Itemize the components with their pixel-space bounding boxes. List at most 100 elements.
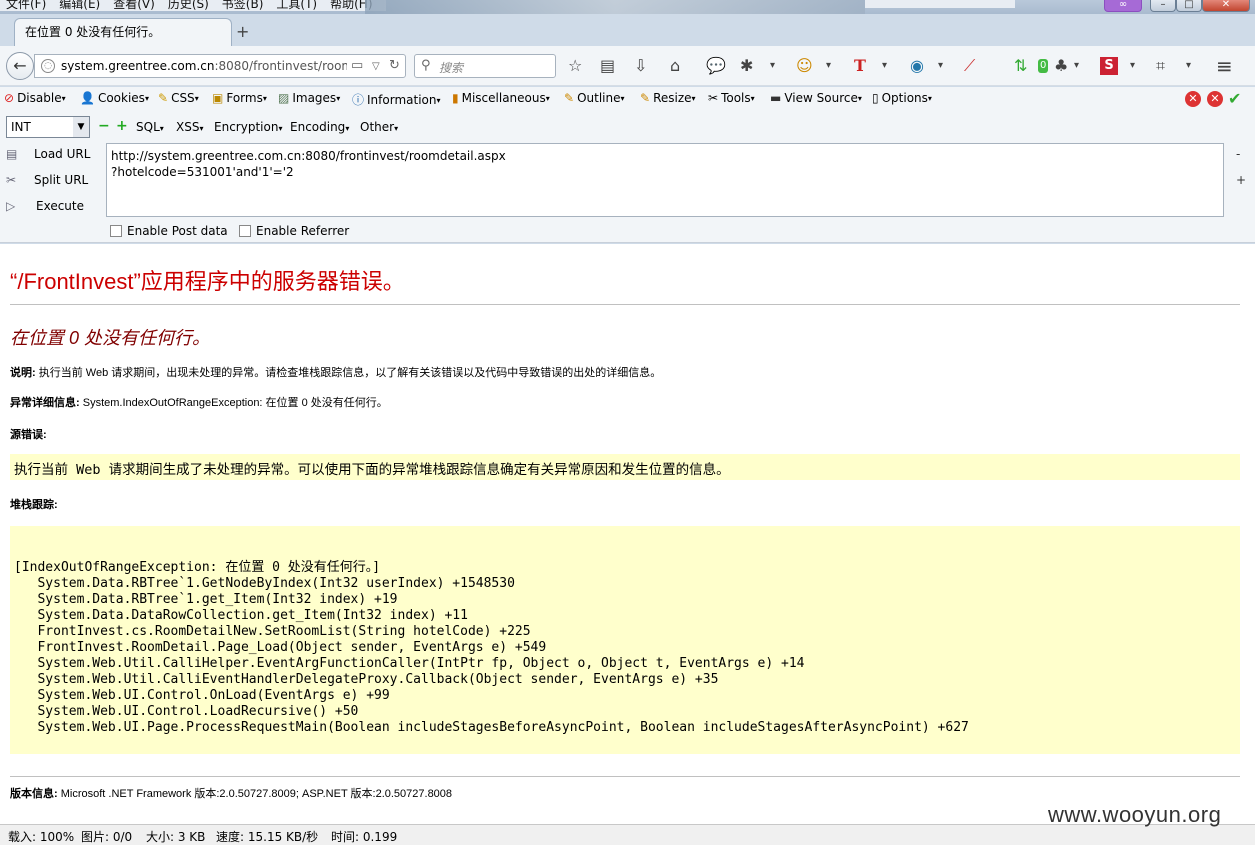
shrink-button[interactable]: -: [1236, 147, 1240, 161]
split-url-button[interactable]: ✂ Split URL: [6, 173, 88, 187]
referrer-checkbox-box[interactable]: [239, 225, 251, 237]
background-blur-2: [865, 0, 1015, 8]
information-menu[interactable]: ⓘ Information▾: [352, 91, 441, 108]
split-url-icon: ✂: [6, 173, 17, 187]
source-error-line: 源错误:: [10, 426, 47, 442]
globe-icon: ◌: [41, 59, 55, 73]
maximize-button[interactable]: □: [1176, 0, 1202, 12]
chart-addon-icon[interactable]: ⟋: [964, 54, 975, 78]
greasemonkey-icon[interactable]: ☺: [796, 54, 813, 78]
description-text: 执行当前 Web 请求期间，出现未处理的异常。请检查堆栈跟踪信息，以了解有关该错…: [35, 367, 662, 379]
dropdown-arrow-icon[interactable]: ▽: [372, 61, 380, 72]
stack-trace-box: [IndexOutOfRangeException: 在位置 0 处没有任何行。…: [10, 526, 1240, 754]
enable-referrer-checkbox[interactable]: Enable Referrer: [239, 224, 349, 238]
firebug-icon[interactable]: ✱: [740, 54, 753, 78]
increment-button[interactable]: +: [116, 118, 128, 134]
enable-referrer-label: Enable Referrer: [256, 224, 350, 238]
menu-file[interactable]: 文件(F): [0, 0, 53, 11]
resize-icon: ✎: [640, 91, 651, 105]
status-images: 图片: 0/0: [81, 830, 133, 844]
globe-addon-menu-icon[interactable]: ▾: [938, 54, 943, 78]
execute-label: Execute: [36, 199, 84, 213]
sync-arrows-icon[interactable]: ⇅: [1014, 54, 1027, 78]
tab-strip: 在位置 0 处没有任何行。 +: [0, 14, 1255, 46]
reload-icon[interactable]: ↻: [389, 58, 400, 73]
minimize-button[interactable]: –: [1150, 0, 1176, 12]
encoding-menu[interactable]: Encoding▾: [290, 120, 349, 134]
encryption-menu[interactable]: Encryption▾: [214, 120, 282, 134]
chat-icon[interactable]: 💬: [706, 54, 726, 78]
globe-addon-icon[interactable]: ◉: [910, 54, 924, 78]
images-menu[interactable]: ▨ Images▾: [278, 91, 340, 105]
active-tab[interactable]: 在位置 0 处没有任何行。: [14, 18, 232, 46]
hackbar-url-textarea[interactable]: http://system.greentree.com.cn:8080/fron…: [106, 143, 1224, 217]
cookies-menu[interactable]: 👤 Cookies▾: [80, 91, 149, 105]
menu-view[interactable]: 查看(V): [107, 0, 162, 11]
tab-title: 在位置 0 处没有任何行。: [25, 25, 161, 39]
version-label: 版本信息:: [10, 788, 58, 800]
bookmarks-list-icon[interactable]: ▤: [600, 54, 615, 78]
decrement-button[interactable]: −: [98, 118, 110, 134]
type-select[interactable]: INT ▼: [6, 116, 90, 138]
sql-menu[interactable]: SQL▾: [136, 120, 164, 134]
post-checkbox-box[interactable]: [110, 225, 122, 237]
view-source-icon: ▬: [770, 91, 782, 105]
load-url-button[interactable]: ▤ Load URL: [6, 147, 90, 161]
menu-tools[interactable]: 工具(T): [270, 0, 324, 11]
home-icon[interactable]: ⌂: [670, 54, 680, 78]
menu-edit[interactable]: 编辑(E): [53, 0, 107, 11]
validation-check-icon[interactable]: ✔: [1228, 89, 1241, 108]
expand-button[interactable]: +: [1236, 173, 1246, 187]
outline-menu[interactable]: ✎ Outline▾: [564, 91, 625, 105]
xss-menu[interactable]: XSS▾: [176, 120, 203, 134]
greasemonkey-menu-icon[interactable]: ▾: [826, 54, 831, 78]
information-label: Information: [367, 93, 437, 107]
source-error-label: 源错误:: [10, 429, 47, 441]
css-error-icon[interactable]: ✕: [1207, 91, 1223, 107]
stack-trace-line: 堆栈跟踪:: [10, 496, 58, 512]
new-tab-button[interactable]: +: [236, 22, 249, 41]
enable-post-label: Enable Post data: [127, 224, 228, 238]
bookmark-star-icon[interactable]: ☆: [568, 54, 582, 78]
miscellaneous-menu[interactable]: ▮ Miscellaneous▾: [452, 91, 550, 105]
crop-icon[interactable]: ⌗: [1156, 54, 1165, 78]
disable-menu[interactable]: ⊘ Disable▾: [4, 91, 66, 105]
address-bar[interactable]: ◌ system.greentree.com.cn:8080/frontinve…: [34, 54, 406, 78]
text-tool-icon[interactable]: T: [854, 54, 866, 78]
error-icon[interactable]: ✕: [1185, 91, 1201, 107]
outline-label: Outline: [577, 91, 621, 105]
crop-menu-icon[interactable]: ▾: [1186, 54, 1191, 78]
firebug-menu-icon[interactable]: ▾: [770, 54, 775, 78]
puzzle-icon[interactable]: ♣: [1054, 54, 1068, 78]
options-menu[interactable]: ▯ Options▾: [872, 91, 932, 105]
download-icon[interactable]: ⇩: [634, 54, 647, 78]
description-line: 说明: 执行当前 Web 请求期间，出现未处理的异常。请检查堆栈跟踪信息，以了解…: [10, 364, 661, 380]
resize-menu[interactable]: ✎ Resize▾: [640, 91, 696, 105]
enable-post-checkbox[interactable]: Enable Post data: [110, 224, 228, 238]
other-menu[interactable]: Other▾: [360, 120, 398, 134]
outline-icon: ✎: [564, 91, 575, 105]
menu-bookmarks[interactable]: 书签(B): [216, 0, 271, 11]
source-error-box: 执行当前 Web 请求期间生成了未处理的异常。可以使用下面的异常堆栈跟踪信息确定…: [10, 454, 1240, 480]
hamburger-menu-icon[interactable]: ≡: [1216, 54, 1233, 78]
back-button[interactable]: ←: [6, 52, 34, 80]
s-addon-menu-icon[interactable]: ▾: [1130, 54, 1135, 78]
execute-button[interactable]: ▷ Execute: [6, 199, 84, 213]
reader-view-icon[interactable]: ▭: [351, 58, 363, 73]
close-window-button[interactable]: ✕: [1202, 0, 1250, 12]
text-tool-menu-icon[interactable]: ▾: [882, 54, 887, 78]
forms-menu[interactable]: ▣ Forms▾: [212, 91, 267, 105]
app-badge-icon[interactable]: ∞: [1104, 0, 1142, 12]
description-label: 说明:: [10, 367, 36, 379]
s-addon-icon[interactable]: S: [1100, 57, 1118, 75]
puzzle-menu-icon[interactable]: ▾: [1074, 54, 1079, 78]
css-menu[interactable]: ✎ CSS▾: [158, 91, 199, 105]
forms-label: Forms: [226, 91, 263, 105]
tools-menu[interactable]: ✂ Tools▾: [708, 91, 755, 105]
view-source-menu[interactable]: ▬ View Source▾: [770, 91, 862, 105]
address-text[interactable]: system.greentree.com.cn:8080/frontinvest…: [61, 59, 347, 73]
exception-text: System.IndexOutOfRangeException: 在位置 0 处…: [79, 397, 388, 409]
menu-history[interactable]: 历史(S): [162, 0, 216, 11]
search-box[interactable]: ⚲ 搜索: [414, 54, 556, 78]
execute-icon: ▷: [6, 199, 16, 213]
